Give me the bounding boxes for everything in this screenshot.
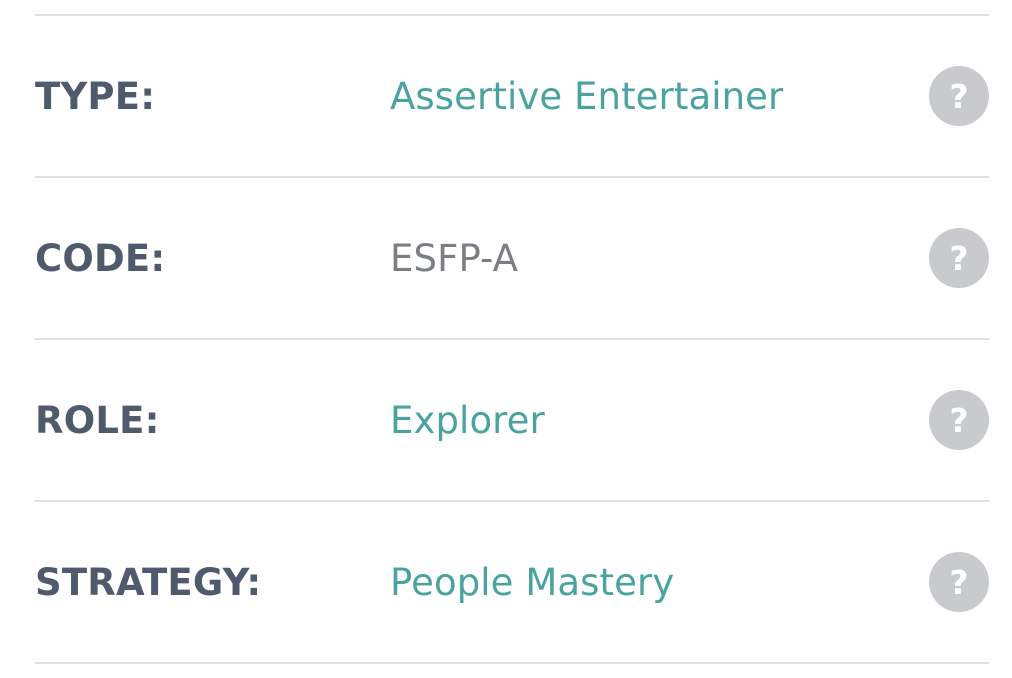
info-row-code: CODE: ESFP-A ? — [35, 178, 989, 340]
type-label: TYPE: — [35, 74, 156, 118]
question-mark-icon: ? — [949, 562, 969, 602]
strategy-label: STRATEGY: — [35, 560, 262, 604]
question-mark-icon: ? — [949, 400, 969, 440]
role-value-link[interactable]: Explorer — [390, 399, 545, 442]
question-mark-icon: ? — [949, 238, 969, 278]
role-help-button[interactable]: ? — [929, 390, 989, 450]
question-mark-icon: ? — [949, 76, 969, 116]
type-help-button[interactable]: ? — [929, 66, 989, 126]
info-row-strategy: STRATEGY: People Mastery ? — [35, 502, 989, 664]
personality-info-table: TYPE: Assertive Entertainer ? CODE: ESFP… — [35, 14, 989, 664]
role-label: ROLE: — [35, 398, 160, 442]
code-label: CODE: — [35, 236, 166, 280]
type-value-link[interactable]: Assertive Entertainer — [390, 75, 783, 118]
code-value: ESFP-A — [390, 236, 519, 280]
code-help-button[interactable]: ? — [929, 228, 989, 288]
info-row-type: TYPE: Assertive Entertainer ? — [35, 16, 989, 178]
strategy-help-button[interactable]: ? — [929, 552, 989, 612]
info-row-role: ROLE: Explorer ? — [35, 340, 989, 502]
strategy-value-link[interactable]: People Mastery — [390, 561, 674, 604]
